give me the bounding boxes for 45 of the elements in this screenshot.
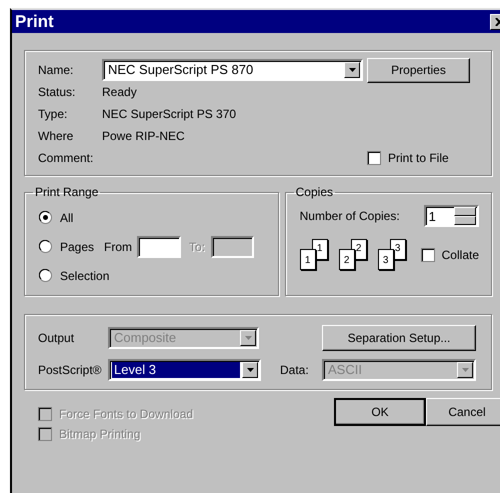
from-input[interactable]	[137, 236, 182, 258]
data-label: Data:	[280, 363, 310, 377]
properties-button[interactable]: Properties	[367, 58, 470, 82]
page-sheet: 2	[338, 249, 355, 270]
checkbox[interactable]	[420, 248, 435, 262]
print-to-file-option[interactable]: Print to File	[367, 148, 470, 168]
collate-option[interactable]: Collate	[420, 245, 479, 265]
page-sheet: 1	[300, 249, 316, 270]
printer-info-value: NEC SuperScript PS 370	[102, 107, 238, 121]
radio-button[interactable]	[39, 211, 52, 224]
field-label: Status:	[38, 85, 76, 99]
printer-info-value: Powe RIP-NEC	[102, 129, 186, 143]
radio-button[interactable]	[39, 240, 52, 253]
group-title: Copies	[294, 185, 334, 199]
field-label: Type:	[38, 107, 68, 121]
caret-icon	[246, 368, 254, 372]
field-label: Name:	[38, 63, 74, 77]
window-title: Print	[15, 12, 54, 32]
group-title: Print Range	[34, 185, 100, 199]
to-input[interactable]	[211, 236, 254, 258]
output-label: Output	[38, 331, 76, 345]
page-sheet: 3	[378, 249, 394, 270]
dropdown-arrow-button[interactable]	[344, 62, 360, 78]
range-option[interactable]: Pages	[39, 232, 94, 261]
separation-setup-button[interactable]: Separation Setup...	[322, 325, 476, 351]
postscript-dropdown[interactable]: Level 3	[108, 359, 261, 381]
dialog-button[interactable]: Cancel	[426, 398, 500, 426]
range-option[interactable]: All	[39, 203, 74, 232]
to-label: To:	[189, 240, 206, 254]
copies-label: Number of Copies:	[300, 209, 401, 223]
printer-info-value: Ready	[102, 85, 138, 99]
copies-spinner[interactable]: 1	[424, 205, 479, 227]
from-label: From	[104, 240, 132, 254]
field-label: Where	[38, 129, 74, 143]
caret-icon	[244, 336, 252, 340]
field-label: Comment:	[38, 151, 94, 165]
caret-icon	[462, 368, 468, 372]
range-option[interactable]: Selection	[39, 261, 110, 290]
radio-button[interactable]	[39, 269, 52, 282]
dropdown-arrow-button[interactable]	[242, 362, 258, 378]
checkbox[interactable]	[367, 151, 381, 165]
printer-name-dropdown[interactable]: NEC SuperScript PS 870	[102, 59, 363, 81]
postscript-label: PostScript®	[38, 363, 103, 377]
caret-icon	[348, 68, 356, 72]
dialog-button[interactable]: OK	[334, 398, 426, 426]
